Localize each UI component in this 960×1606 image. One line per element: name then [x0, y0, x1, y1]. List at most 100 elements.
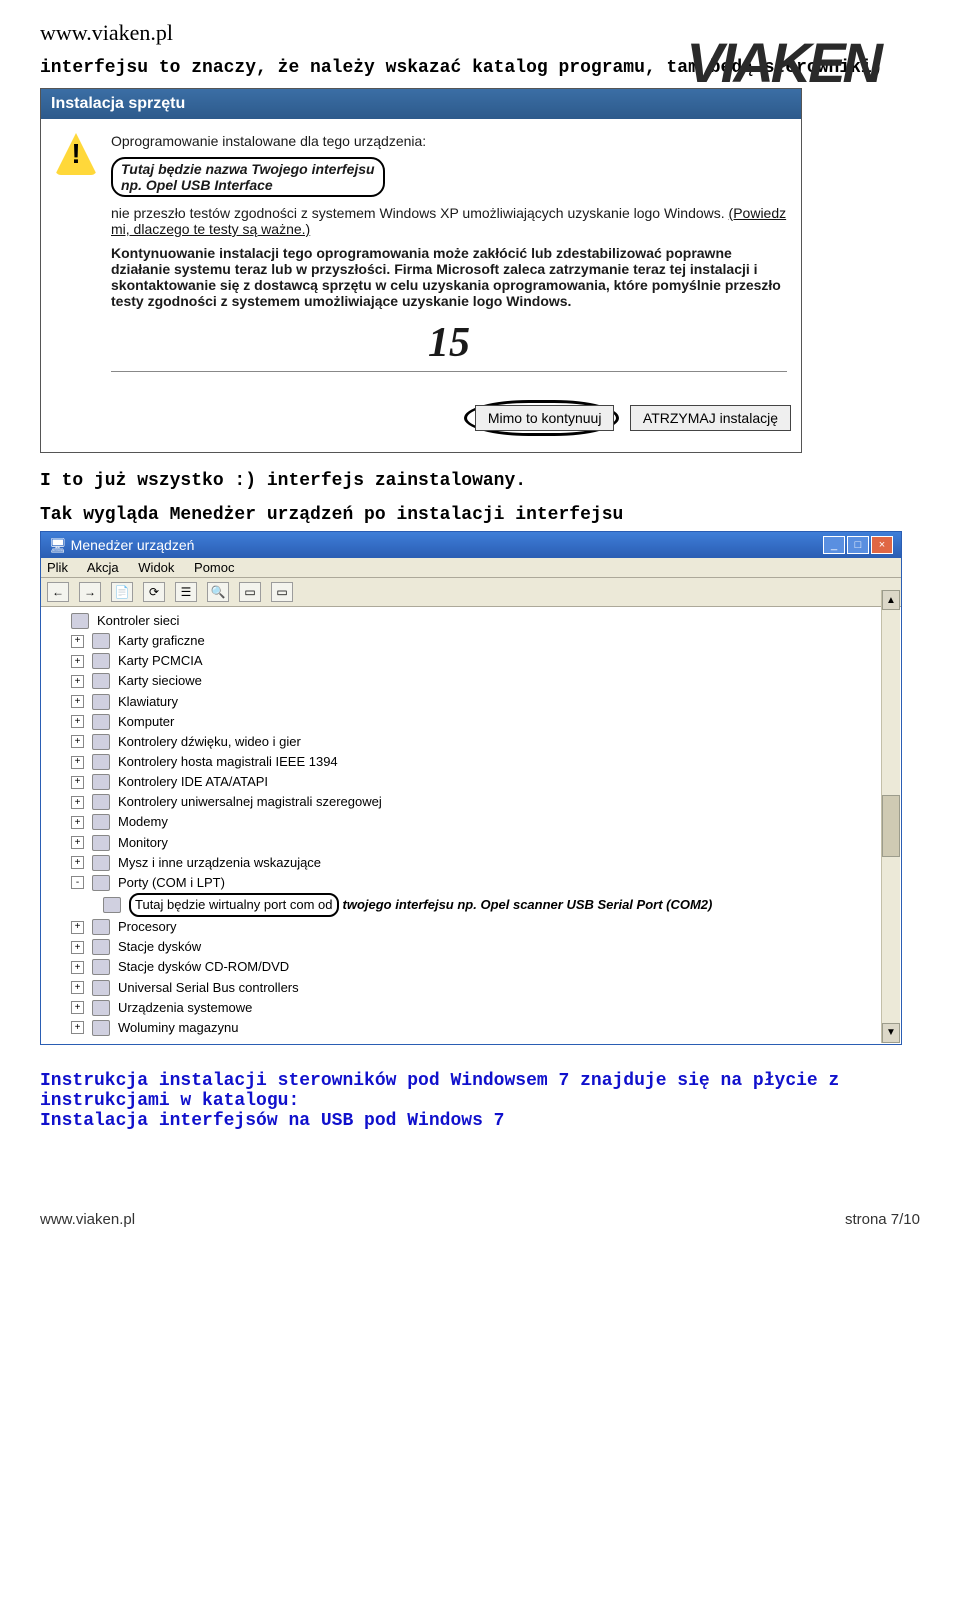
properties-icon[interactable]: 📄: [111, 582, 133, 602]
tree-item[interactable]: Kontrolery uniwersalnej magistrali szere…: [118, 792, 382, 812]
maximize-button[interactable]: □: [847, 536, 869, 554]
device-icon: [92, 814, 110, 830]
device-icon: [71, 613, 89, 629]
tb-icon-3[interactable]: ▭: [271, 582, 293, 602]
expand-icon[interactable]: +: [71, 856, 84, 869]
devmgr-menubar[interactable]: Plik Akcja Widok Pomoc: [41, 558, 901, 578]
tb-icon-2[interactable]: ▭: [239, 582, 261, 602]
expand-icon[interactable]: +: [71, 635, 84, 648]
tree-item[interactable]: Karty PCMCIA: [118, 651, 203, 671]
expand-icon[interactable]: +: [71, 655, 84, 668]
tb-icon[interactable]: ☰: [175, 582, 197, 602]
dialog-hardware-install: Instalacja sprzętu ! Oprogramowanie inst…: [40, 88, 802, 453]
expand-icon[interactable]: +: [71, 941, 84, 954]
expand-icon[interactable]: +: [71, 735, 84, 748]
device-manager-window: 🖥 Menedżer urządzeń _ □ × Plik Akcja Wid…: [40, 531, 902, 1045]
scroll-down-icon[interactable]: ▼: [882, 1023, 900, 1043]
device-icon: [92, 673, 110, 689]
text-devmgr-caption: Tak wygląda Menedżer urządzeń po instala…: [40, 505, 920, 525]
menu-view[interactable]: Widok: [138, 560, 174, 575]
tree-item[interactable]: Urządzenia systemowe: [118, 998, 252, 1018]
device-icon: [92, 774, 110, 790]
expand-icon[interactable]: +: [71, 1001, 84, 1014]
device-icon: [92, 734, 110, 750]
tree-item[interactable]: Karty sieciowe: [118, 671, 202, 691]
device-icon: [92, 754, 110, 770]
menu-help[interactable]: Pomoc: [194, 560, 234, 575]
tree-item[interactable]: Klawiatury: [118, 692, 178, 712]
warning-icon: !: [55, 133, 97, 175]
device-icon: [92, 794, 110, 810]
device-icon: [92, 980, 110, 996]
tree-item[interactable]: Stacje dysków CD-ROM/DVD: [118, 957, 289, 977]
forward-icon[interactable]: →: [79, 582, 101, 602]
scan-icon[interactable]: 🔍: [207, 582, 229, 602]
devmgr-title: Menedżer urządzeń: [71, 537, 195, 553]
tree-item[interactable]: Mysz i inne urządzenia wskazujące: [118, 853, 321, 873]
tree-item[interactable]: Procesory: [118, 917, 177, 937]
footer-url: www.viaken.pl: [40, 1211, 135, 1228]
device-icon: [92, 714, 110, 730]
menu-action[interactable]: Akcja: [87, 560, 119, 575]
tree-item[interactable]: Stacje dysków: [118, 937, 201, 957]
text-installed: I to już wszystko :) interfejs zainstalo…: [40, 471, 920, 491]
win7-driver-instruction: Instrukcja instalacji sterowników pod Wi…: [40, 1071, 920, 1131]
tree-item-ports[interactable]: Porty (COM i LPT): [118, 873, 225, 893]
device-icon: [92, 855, 110, 871]
tree-item[interactable]: Universal Serial Bus controllers: [118, 978, 299, 998]
close-button[interactable]: ×: [871, 536, 893, 554]
tree-item[interactable]: Karty graficzne: [118, 631, 205, 651]
back-icon[interactable]: ←: [47, 582, 69, 602]
annotation-circle: Mimo to kontynuuj: [464, 400, 620, 436]
expand-icon[interactable]: +: [71, 981, 84, 994]
menu-file[interactable]: Plik: [47, 560, 68, 575]
device-icon: [92, 694, 110, 710]
devmgr-toolbar: ← → 📄 ⟳ ☰ 🔍 ▭ ▭: [41, 578, 901, 607]
tree-item[interactable]: Monitory: [118, 833, 168, 853]
scroll-thumb[interactable]: [882, 795, 900, 857]
refresh-icon[interactable]: ⟳: [143, 582, 165, 602]
port-icon: [103, 897, 121, 913]
tree-item[interactable]: Modemy: [118, 812, 168, 832]
device-icon: [92, 939, 110, 955]
expand-icon[interactable]: +: [71, 756, 84, 769]
expand-icon[interactable]: +: [71, 796, 84, 809]
expand-icon[interactable]: +: [71, 816, 84, 829]
device-icon: [92, 1000, 110, 1016]
footer-page: strona 7/10: [845, 1211, 920, 1228]
ports-icon: [92, 875, 110, 891]
device-icon: [92, 633, 110, 649]
dialog-warning-paragraph: Kontynuowanie instalacji tego oprogramow…: [111, 245, 787, 309]
stop-install-button[interactable]: ATRZYMAJ instalację: [630, 405, 791, 431]
device-icon: [92, 1020, 110, 1036]
annotation-step-number: 15: [111, 319, 787, 367]
tree-item[interactable]: Woluminy magazynu: [118, 1018, 238, 1038]
expand-icon[interactable]: +: [71, 776, 84, 789]
annotation-device-name: Tutaj będzie nazwa Twojego interfejsu np…: [111, 157, 385, 197]
minimize-button[interactable]: _: [823, 536, 845, 554]
tree-item[interactable]: Kontrolery hosta magistrali IEEE 1394: [118, 752, 338, 772]
expand-icon[interactable]: +: [71, 715, 84, 728]
expand-icon[interactable]: +: [71, 695, 84, 708]
annotation-virtual-port-example: twojego interfejsu np. Opel scanner USB …: [343, 895, 713, 915]
brand-logo: VIAKEN: [686, 30, 880, 95]
device-icon: [92, 835, 110, 851]
expand-icon[interactable]: +: [71, 1021, 84, 1034]
collapse-icon[interactable]: -: [71, 876, 84, 889]
expand-icon[interactable]: +: [71, 675, 84, 688]
continue-anyway-button[interactable]: Mimo to kontynuuj: [475, 405, 615, 431]
device-icon: [92, 919, 110, 935]
tree-item[interactable]: Komputer: [118, 712, 174, 732]
expand-icon[interactable]: +: [71, 921, 84, 934]
tree-item[interactable]: Kontrolery IDE ATA/ATAPI: [118, 772, 268, 792]
scrollbar[interactable]: ▲ ▼: [881, 590, 900, 1043]
device-tree[interactable]: Kontroler sieci + Karty graficzne + Karty …: [41, 607, 901, 1044]
scroll-up-icon[interactable]: ▲: [882, 590, 900, 610]
expand-icon[interactable]: +: [71, 961, 84, 974]
device-icon: [92, 653, 110, 669]
tree-item[interactable]: Kontroler sieci: [97, 611, 179, 631]
expand-icon[interactable]: +: [71, 836, 84, 849]
tree-item[interactable]: Kontrolery dźwięku, wideo i gier: [118, 732, 301, 752]
devmgr-icon: 🖥: [49, 537, 67, 553]
dialog-line-installing: Oprogramowanie instalowane dla tego urzą…: [111, 133, 787, 149]
